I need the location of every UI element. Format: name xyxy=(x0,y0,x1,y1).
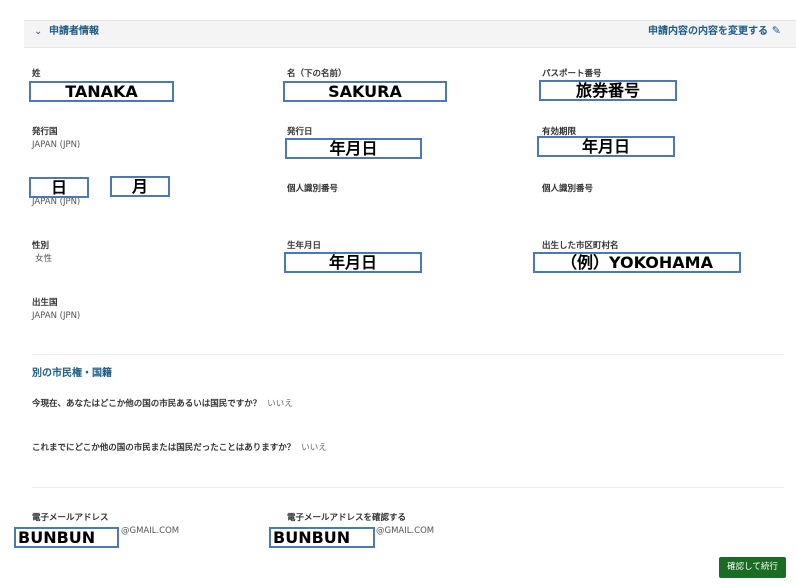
surname-value: TANAKA xyxy=(29,81,174,102)
question-1-text: 今現在、あなたはどこか他の国の市民あるいは国民ですか？ xyxy=(32,399,262,409)
divider xyxy=(32,487,784,488)
email-label: 電子メールアドレス xyxy=(32,513,109,523)
passport-number-value: 旅券番号 xyxy=(539,80,677,101)
answer-1: いいえ xyxy=(267,399,293,409)
sex-label: 性別 xyxy=(32,241,50,251)
email-domain: @GMAIL.COM xyxy=(121,526,180,536)
given-name-label: 名（下の名前） xyxy=(287,69,347,79)
expiry-date-value: 年月日 xyxy=(537,136,675,157)
passport-number-label: パスポート番号 xyxy=(542,69,602,79)
birth-country-value: JAPAN (JPN) xyxy=(32,311,81,321)
issue-date-value: 年月日 xyxy=(285,138,422,159)
birth-city-value: （例）YOKOHAMA xyxy=(533,252,741,273)
dob-label: 生年月日 xyxy=(287,241,322,251)
pencil-icon[interactable]: ✎ xyxy=(772,24,781,38)
citizenship-question-1: 今現在、あなたはどこか他の国の市民あるいは国民ですか？ いいえ xyxy=(32,399,293,410)
given-name-value: SAKURA xyxy=(283,81,447,102)
chevron-down-icon[interactable]: ⌄ xyxy=(34,25,42,39)
surname-label: 姓 xyxy=(32,69,41,79)
citizenship-title: 別の市民権・国籍 xyxy=(32,368,112,379)
personal-id-label-2: 個人識別番号 xyxy=(542,184,594,194)
nationality-value: JAPAN (JPN) xyxy=(32,197,81,207)
confirm-continue-button[interactable]: 確認して続行 xyxy=(719,557,786,578)
email-user-box: BUNBUN xyxy=(14,527,119,548)
issue-date-label: 発行日 xyxy=(287,127,313,137)
question-2-text: これまでにどこか他の国の市民または国民だったことはありますか？ xyxy=(32,443,296,453)
sex-value: 女性 xyxy=(35,254,53,264)
confirm-email-label: 電子メールアドレスを確認する xyxy=(287,513,407,523)
citizenship-question-2: これまでにどこか他の国の市民または国民だったことはありますか？ いいえ xyxy=(32,443,327,454)
month-box: 月 xyxy=(110,176,170,197)
day-box: 日 xyxy=(29,177,89,198)
confirm-email-domain: @GMAIL.COM xyxy=(376,526,435,536)
personal-id-label-1: 個人識別番号 xyxy=(287,184,339,194)
confirm-email-user-box: BUNBUN xyxy=(269,527,375,548)
issuing-country-value: JAPAN (JPN) xyxy=(32,140,81,150)
dob-value: 年月日 xyxy=(284,252,422,273)
birth-country-label: 出生国 xyxy=(32,298,58,308)
edit-application-link[interactable]: 申請内容の内容を変更する xyxy=(648,25,768,39)
divider xyxy=(32,354,784,355)
answer-2: いいえ xyxy=(301,443,327,453)
issuing-country-label: 発行国 xyxy=(32,127,58,137)
birth-city-label: 出生した市区町村名 xyxy=(542,241,619,251)
section-title[interactable]: 申請者情報 xyxy=(49,25,99,39)
